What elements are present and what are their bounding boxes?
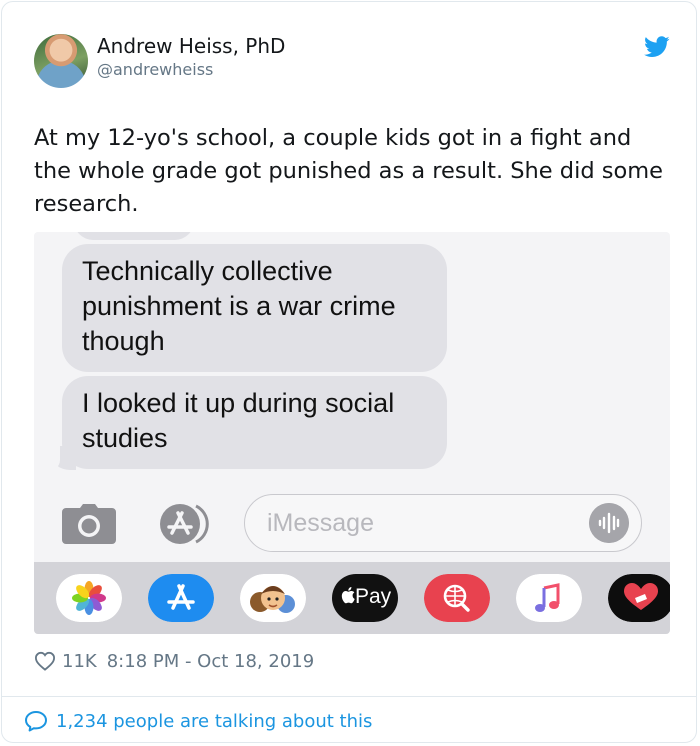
apple-pay-label: Pay bbox=[355, 585, 392, 608]
heart-icon[interactable] bbox=[34, 651, 56, 671]
apple-pay-icon[interactable]: Pay bbox=[332, 574, 398, 622]
conversation-link[interactable]: 1,234 people are talking about this bbox=[24, 710, 372, 732]
apple-logo-icon bbox=[341, 587, 355, 604]
imessage-screenshot[interactable]: Technically collective punishment is a w… bbox=[34, 232, 670, 634]
audio-waveform-icon bbox=[589, 503, 629, 543]
photos-icon[interactable] bbox=[56, 574, 122, 622]
previous-message-bubble bbox=[74, 232, 194, 240]
avatar[interactable] bbox=[34, 34, 88, 88]
music-icon[interactable] bbox=[516, 574, 582, 622]
like-count[interactable]: 11K bbox=[62, 651, 97, 672]
tweet-card: Andrew Heiss, PhD @andrewheiss At my 12-… bbox=[1, 1, 697, 743]
imessage-placeholder: iMessage bbox=[267, 509, 374, 537]
imessage-input[interactable]: iMessage bbox=[244, 494, 642, 552]
message-bubble: Technically collective punishment is a w… bbox=[62, 244, 447, 372]
author-handle[interactable]: @andrewheiss bbox=[97, 60, 213, 79]
app-drawer: Pay bbox=[34, 562, 670, 634]
search-globe-icon[interactable] bbox=[424, 574, 490, 622]
speech-bubble-icon bbox=[25, 711, 47, 732]
tweet-timestamp[interactable]: 8:18 PM - Oct 18, 2019 bbox=[107, 651, 314, 672]
tweet-meta: 11K 8:18 PM - Oct 18, 2019 bbox=[34, 648, 314, 674]
tweet-text: At my 12-yo's school, a couple kids got … bbox=[34, 125, 664, 217]
message-bubble: I looked it up during social studies bbox=[62, 376, 447, 469]
author-name[interactable]: Andrew Heiss, PhD bbox=[97, 34, 285, 58]
conversation-label[interactable]: 1,234 people are talking about this bbox=[56, 711, 372, 732]
app-store-icon bbox=[160, 504, 209, 544]
memoji-icon[interactable] bbox=[240, 574, 306, 622]
heart-sticker-icon[interactable] bbox=[608, 574, 670, 622]
camera-icon bbox=[62, 504, 116, 544]
divider bbox=[2, 696, 696, 697]
twitter-bird-icon[interactable] bbox=[644, 36, 670, 58]
app-store-icon[interactable] bbox=[148, 574, 214, 622]
